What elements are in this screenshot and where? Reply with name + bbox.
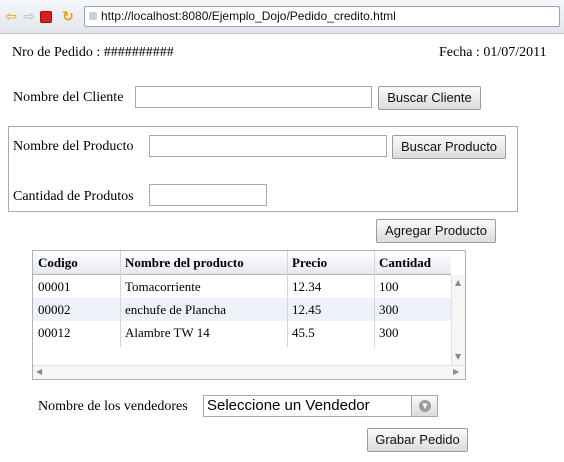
client-name-input[interactable] bbox=[135, 86, 372, 108]
search-client-button[interactable]: Buscar Cliente bbox=[378, 86, 481, 110]
save-order-button[interactable]: Grabar Pedido bbox=[367, 428, 468, 452]
order-date-label: Fecha : 01/07/2011 bbox=[439, 45, 547, 60]
column-divider bbox=[120, 251, 121, 347]
column-header-cantidad[interactable]: Cantidad bbox=[374, 251, 451, 274]
forward-arrow-icon[interactable]: ⇨ bbox=[21, 9, 37, 25]
reload-icon[interactable]: ↻ bbox=[60, 9, 76, 25]
cell-precio: 45.5 bbox=[292, 325, 315, 340]
horizontal-scrollbar[interactable]: ◀ ▶ bbox=[33, 365, 465, 379]
cell-cantidad: 100 bbox=[379, 279, 399, 294]
back-arrow-icon[interactable]: ⇦ bbox=[3, 9, 19, 25]
column-header-codigo[interactable]: Codigo bbox=[33, 251, 120, 274]
cell-cantidad: 300 bbox=[379, 302, 399, 317]
product-quantity-label: Cantidad de Produtos bbox=[13, 189, 134, 204]
dropdown-button[interactable]: ▼ bbox=[411, 396, 437, 416]
column-divider bbox=[287, 251, 288, 347]
table-row[interactable]: 00002 enchufe de Plancha 12.45 300 bbox=[33, 298, 451, 321]
scroll-up-icon[interactable]: ▲ bbox=[455, 278, 461, 288]
table-row[interactable]: 00012 Alambre TW 14 45.5 300 bbox=[33, 321, 451, 344]
cell-nombre: Tomacorriente bbox=[125, 279, 201, 294]
scroll-right-icon[interactable]: ▶ bbox=[453, 367, 459, 377]
cell-nombre: Alambre TW 14 bbox=[125, 325, 210, 340]
scroll-down-icon[interactable]: ▼ bbox=[455, 352, 461, 362]
products-grid: Codigo Nombre del producto Precio Cantid… bbox=[32, 250, 466, 380]
product-quantity-input[interactable] bbox=[149, 184, 267, 206]
column-divider bbox=[374, 251, 375, 347]
client-name-label: Nombre del Cliente bbox=[13, 90, 124, 105]
scroll-left-icon[interactable]: ◀ bbox=[36, 367, 42, 377]
cell-precio: 12.45 bbox=[292, 302, 322, 317]
order-number-label: Nro de Pedido : ########## bbox=[12, 45, 174, 60]
grid-header: Codigo Nombre del producto Precio Cantid… bbox=[33, 251, 451, 275]
table-row[interactable]: 00001 Tomacorriente 12.34 100 bbox=[33, 275, 451, 298]
cell-codigo: 00001 bbox=[38, 279, 71, 294]
search-product-button[interactable]: Buscar Producto bbox=[392, 135, 506, 159]
vertical-scrollbar[interactable]: ▲ ▼ bbox=[451, 275, 465, 365]
column-header-precio[interactable]: Precio bbox=[287, 251, 374, 274]
vendors-label: Nombre de los vendedores bbox=[38, 399, 188, 414]
cell-codigo: 00002 bbox=[38, 302, 71, 317]
vendor-select-value: Seleccione un Vendedor bbox=[207, 397, 370, 414]
cell-precio: 12.34 bbox=[292, 279, 322, 294]
cell-nombre: enchufe de Plancha bbox=[125, 302, 227, 317]
cell-codigo: 00012 bbox=[38, 325, 71, 340]
vendor-select[interactable]: Seleccione un Vendedor ▼ bbox=[203, 395, 438, 417]
address-bar[interactable]: http://localhost:8080/Ejemplo_Dojo/Pedid… bbox=[84, 6, 560, 27]
cell-cantidad: 300 bbox=[379, 325, 399, 340]
browser-toolbar: ⇦ ⇨ ↻ http://localhost:8080/Ejemplo_Dojo… bbox=[0, 0, 564, 34]
product-name-input[interactable] bbox=[149, 135, 387, 157]
product-name-label: Nombre del Producto bbox=[13, 139, 134, 154]
stop-icon[interactable] bbox=[40, 11, 52, 23]
add-product-button[interactable]: Agregar Producto bbox=[376, 219, 496, 243]
chevron-down-icon: ▼ bbox=[419, 400, 431, 412]
column-header-nombre[interactable]: Nombre del producto bbox=[120, 251, 287, 274]
